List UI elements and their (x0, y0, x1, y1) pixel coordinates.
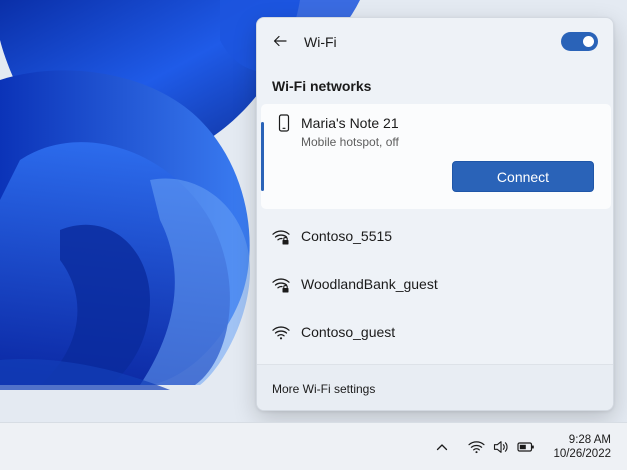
network-name: Contoso_guest (301, 324, 396, 340)
network-item[interactable]: Contoso_guest (261, 310, 611, 356)
battery-icon (516, 437, 536, 457)
wifi-secured-icon (272, 228, 290, 246)
flyout-header: Wi-Fi (257, 18, 613, 70)
networks-heading: Wi-Fi networks (272, 78, 372, 94)
wifi-toggle[interactable] (561, 32, 598, 51)
flyout-title: Wi-Fi (304, 34, 337, 50)
network-item-selected[interactable]: Maria's Note 21 Mobile hotspot, off Conn… (261, 104, 611, 209)
network-name: Maria's Note 21 (301, 115, 399, 131)
network-status: Mobile hotspot, off (301, 135, 399, 149)
clock[interactable]: 9:28 AM 10/26/2022 (545, 433, 611, 461)
toggle-knob (583, 36, 594, 47)
flyout-footer: More Wi-Fi settings (257, 365, 613, 410)
quick-settings-button[interactable] (462, 423, 540, 470)
show-hidden-icons-button[interactable] (430, 423, 454, 470)
network-item[interactable]: Contoso_5515 (261, 214, 611, 260)
more-wifi-settings-link[interactable]: More Wi-Fi settings (272, 382, 375, 396)
volume-icon (491, 437, 511, 457)
wifi-icon (466, 437, 486, 457)
connect-button[interactable]: Connect (452, 161, 594, 192)
network-name: WoodlandBank_guest (301, 276, 438, 292)
taskbar: 9:28 AM 10/26/2022 (0, 422, 627, 470)
phone-icon (275, 114, 293, 132)
network-name: Contoso_5515 (301, 228, 393, 244)
selection-indicator (261, 122, 264, 191)
chevron-up-icon (436, 438, 448, 456)
wifi-flyout: Wi-Fi Wi-Fi networks Maria's Note 21 Mob… (256, 17, 614, 411)
network-item[interactable]: WoodlandBank_guest (261, 262, 611, 308)
wifi-icon (272, 324, 290, 342)
clock-date: 10/26/2022 (553, 448, 611, 460)
arrow-left-icon (273, 34, 287, 53)
clock-time: 9:28 AM (568, 434, 611, 446)
back-button[interactable] (267, 30, 293, 56)
wifi-secured-icon (272, 276, 290, 294)
